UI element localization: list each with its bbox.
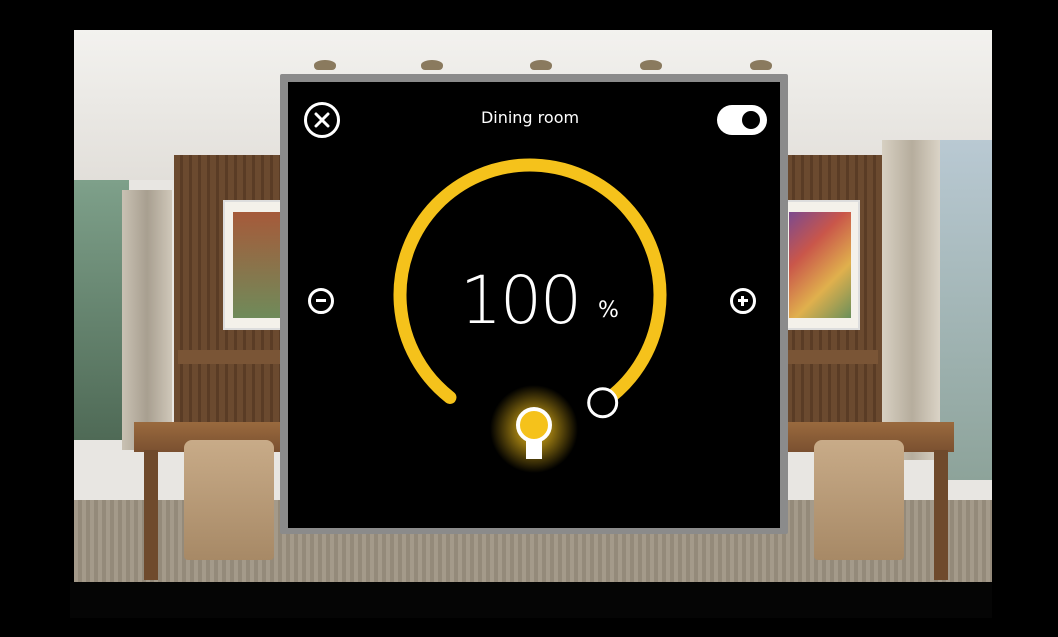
table-leg <box>144 450 158 580</box>
ceiling-light <box>421 60 443 70</box>
lightbulb-icon[interactable] <box>488 383 580 475</box>
ceiling-light <box>750 60 772 70</box>
ceiling-light <box>640 60 662 70</box>
toggle-knob <box>739 108 763 132</box>
bottom-bar <box>70 582 992 618</box>
close-icon <box>314 112 330 128</box>
chair <box>184 440 274 560</box>
window-left <box>74 180 129 440</box>
ceiling-light <box>530 60 552 70</box>
chair <box>814 440 904 560</box>
table-leg <box>934 450 948 580</box>
dimmer-unit: % <box>598 298 619 323</box>
ceiling-light <box>314 60 336 70</box>
dialog-title: Dining room <box>480 108 580 127</box>
increase-button[interactable] <box>730 288 756 314</box>
wall-art-right <box>780 200 860 330</box>
dimmer-value: 100 <box>460 262 582 339</box>
bulb-globe <box>516 407 552 443</box>
curtain-right <box>882 140 942 460</box>
bulb-base <box>526 441 542 459</box>
dimmer-handle[interactable] <box>587 387 619 419</box>
power-toggle[interactable] <box>717 105 767 135</box>
decrease-button[interactable] <box>308 288 334 314</box>
curtain-left <box>122 190 172 450</box>
close-button[interactable] <box>304 102 340 138</box>
